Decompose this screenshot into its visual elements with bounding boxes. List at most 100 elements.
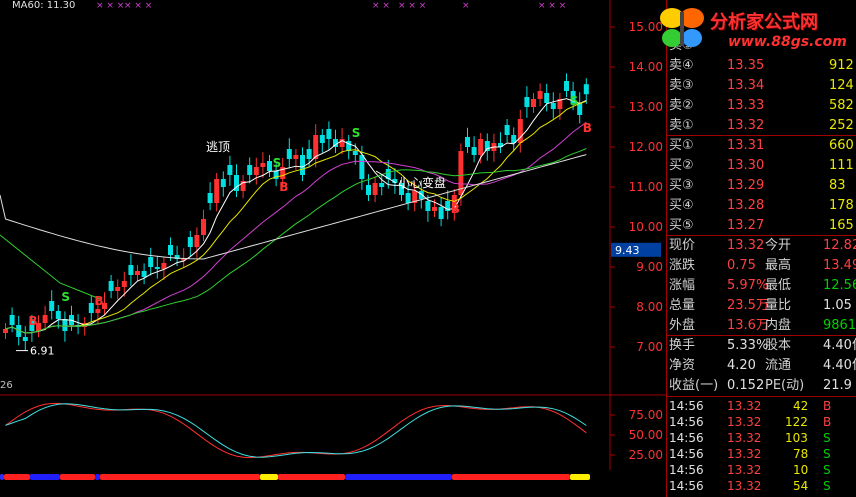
order-book-row[interactable]: 买① 13.31 660 [667, 136, 856, 155]
order-book-volume: 124 [829, 78, 854, 93]
order-book-price: 13.30 [727, 158, 765, 173]
ma5-line [5, 98, 587, 334]
candle-body [544, 93, 550, 103]
quote-label: 外盘 [669, 318, 696, 333]
candle-body [405, 193, 411, 203]
candle-body [372, 183, 378, 195]
candle-body [379, 183, 385, 187]
candle-body [95, 309, 101, 313]
indicator-axis-label: 25.00 [629, 448, 663, 462]
buy-signal: B [583, 121, 592, 135]
sell-signal: S [570, 94, 579, 108]
price-axis-label: 14.00 [629, 60, 663, 74]
candle-body [154, 267, 160, 269]
candle-body [432, 207, 437, 211]
ma60-label: MA60: 11.30 [12, 0, 76, 11]
candle-body [62, 319, 68, 331]
order-book-label: 卖② [669, 98, 694, 113]
quote-value: 12.82 [823, 238, 856, 253]
order-book-row[interactable]: 买④ 13.28 178 [667, 196, 856, 215]
annotation-escape-top: 逃顶 [206, 140, 230, 154]
tick-row[interactable]: 14:56 13.32 122 B [667, 414, 856, 430]
sell-signal: S [61, 290, 70, 304]
candle-body [201, 219, 206, 235]
candle-body [286, 149, 292, 159]
quote-value: 12.56 [823, 278, 856, 293]
tick-row[interactable]: 14:56 13.32 10 S [667, 462, 856, 478]
candle-body [306, 149, 312, 159]
tick-row[interactable]: 14:56 13.32 54 S [667, 478, 856, 494]
candle-body [359, 155, 365, 179]
candle-body [326, 129, 332, 139]
fundamental-label: 股本 [765, 338, 792, 353]
order-book-row[interactable]: 买② 13.30 111 [667, 156, 856, 175]
tick-volume: 42 [793, 399, 809, 413]
order-book-row[interactable]: 卖② 13.33 582 [667, 96, 856, 115]
tick-price: 13.32 [727, 431, 762, 445]
trend-band-segment [100, 474, 260, 480]
price-axis-label: 11.00 [629, 180, 663, 194]
tick-row[interactable]: 14:56 13.32 103 S [667, 430, 856, 446]
tick-side: S [823, 479, 831, 493]
candle-body [148, 257, 154, 267]
order-book-row[interactable]: 买⑤ 13.27 165 [667, 216, 856, 235]
fundamental-label: 流通 [765, 358, 792, 373]
candle-body [319, 135, 325, 143]
candle-body [207, 193, 213, 203]
candle-body [42, 315, 48, 323]
order-book-row[interactable]: 卖① 13.32 252 [667, 116, 856, 135]
tick-time: 14:56 [669, 399, 704, 413]
order-book-row[interactable]: 卖③ 13.34 124 [667, 76, 856, 95]
candle-body [465, 137, 470, 147]
quote-value: 13.32 [727, 238, 765, 253]
fundamental-value: 0.152 [727, 378, 765, 393]
candle-body [253, 167, 259, 175]
fundamental-label: 换手 [669, 338, 696, 353]
fundamental-value: 4.40亿 [823, 338, 856, 353]
kline-chart[interactable]: 15.0014.0013.0012.0011.0010.009.008.007.… [0, 0, 666, 497]
quote-value: 13.6万 [727, 318, 769, 333]
quote-value: 1.05 [823, 298, 852, 313]
order-book-label: 买② [669, 158, 694, 173]
candle-body [227, 165, 233, 175]
quote-value: 23.5万 [727, 298, 769, 313]
order-book-row[interactable]: 卖④ 13.35 912 [667, 56, 856, 75]
tick-time: 14:56 [669, 463, 704, 477]
fundamental-row: 收益(一) 0.152 PE(动) 21.9 [667, 376, 856, 395]
candle-body [418, 191, 424, 199]
trend-band-segment [95, 474, 100, 480]
quote-row: 现价 13.32今开 12.82 [667, 236, 856, 255]
price-axis-label: 12.00 [629, 140, 663, 154]
signal-marks-f: × × × [538, 1, 567, 11]
candle-body [300, 155, 305, 175]
order-book-volume: 582 [829, 98, 854, 113]
tick-time: 14:56 [669, 415, 704, 429]
price-axis-label: 7.00 [636, 340, 663, 354]
tick-time: 14:56 [669, 447, 704, 461]
order-book-label: 卖④ [669, 58, 694, 73]
tick-row[interactable]: 14:56 13.32 42 B [667, 398, 856, 414]
site-logo: 分析家公式网 www.88gs.com [654, 2, 856, 56]
order-book-label: 卖① [669, 118, 694, 133]
fundamental-value: 4.20 [727, 358, 756, 373]
candle-body [583, 84, 589, 95]
tick-row[interactable]: 14:56 13.32 78 S [667, 446, 856, 462]
trend-band-segment [260, 474, 278, 480]
candle-body [550, 103, 556, 109]
quote-row: 涨幅 5.97%最低 12.56 [667, 276, 856, 295]
candle-body [88, 303, 94, 313]
order-book-volume: 252 [829, 118, 854, 133]
tick-time: 14:56 [669, 431, 704, 445]
quote-value: 13.49 [823, 258, 856, 273]
candle-body [194, 235, 200, 247]
trend-band-segment [0, 474, 4, 480]
candle-body [9, 315, 15, 325]
tick-time: 14:56 [669, 479, 704, 493]
fundamental-label: 净资 [669, 358, 696, 373]
order-book-label: 买③ [669, 178, 694, 193]
candle-body [293, 155, 299, 159]
candle-body [135, 271, 140, 275]
kline-chart-area[interactable]: 15.00 14.00 13.00 12.00 11.00 10.00 9.00 8.00 7.… [0, 0, 666, 497]
order-book-row[interactable]: 买③ 13.29 83 [667, 176, 856, 195]
price-axis-label: 13.00 [629, 100, 663, 114]
